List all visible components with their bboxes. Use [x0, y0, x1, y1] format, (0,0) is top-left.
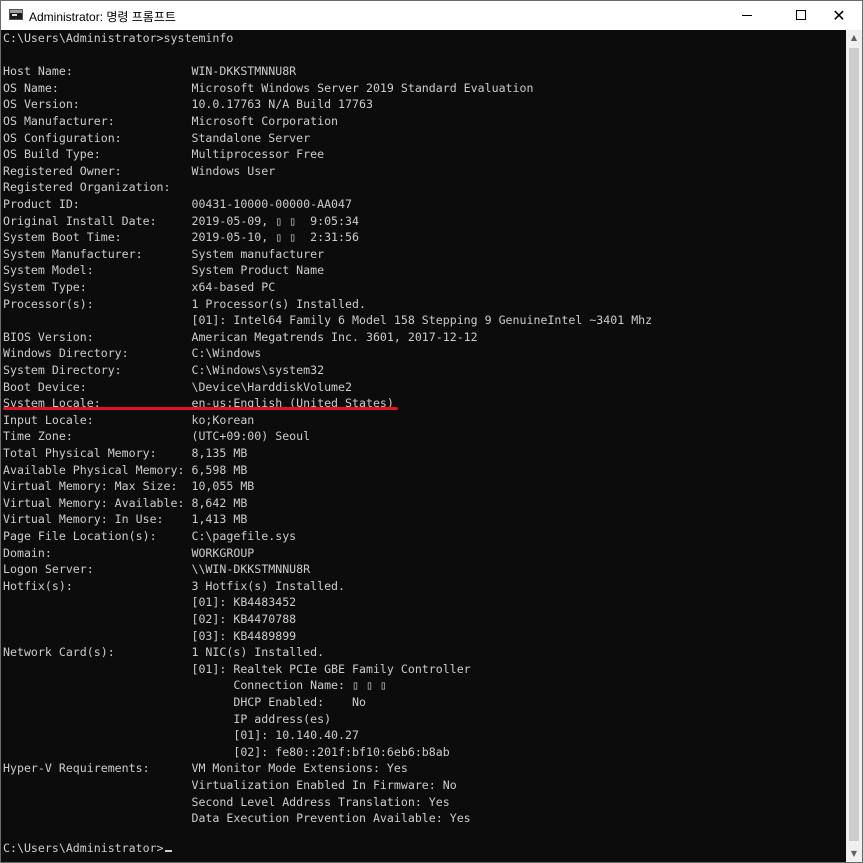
systeminfo-line: [02]: fe80::201f:bf10:6eb6:b8ab	[3, 744, 450, 759]
scroll-thumb[interactable]	[849, 48, 859, 841]
systeminfo-line: System Model: System Product Name	[3, 263, 325, 278]
systeminfo-line: Virtualization Enabled In Firmware: No	[3, 778, 457, 792]
systeminfo-line: [02]: KB4470788	[3, 612, 297, 626]
minimize-icon	[742, 15, 752, 16]
systeminfo-line: [03]: KB4489899	[3, 628, 297, 643]
title-bar[interactable]: Administrator: 명령 프롬프트 ✕	[1, 1, 862, 30]
systeminfo-line: Domain: WORKGROUP	[3, 545, 255, 560]
systeminfo-line: [01]: 10.140.40.27	[3, 728, 359, 743]
systeminfo-line: Boot Device: \Device\HarddiskVolume2	[3, 379, 353, 394]
systeminfo-line: OS Build Type: Multiprocessor Free	[3, 147, 325, 162]
systeminfo-line: Registered Organization:	[3, 180, 171, 195]
vertical-scrollbar[interactable]: ▲ ▼	[846, 30, 862, 862]
systeminfo-line: Logon Server: \\WIN-DKKSTMNNU8R	[3, 562, 311, 577]
console-prompt-line[interactable]: C:\Users\Administrator>	[3, 840, 172, 857]
command-prompt-window: Administrator: 명령 프롬프트 ✕ C:\Users\Admini…	[0, 0, 863, 863]
systeminfo-line: OS Manufacturer: Microsoft Corporation	[3, 114, 339, 128]
console-command-line: C:\Users\Administrator>systeminfo	[3, 31, 234, 45]
systeminfo-line: System Type: x64-based PC	[3, 280, 276, 294]
systeminfo-line: Registered Owner: Windows User	[3, 163, 276, 178]
maximize-icon	[796, 10, 806, 20]
close-button[interactable]: ✕	[816, 1, 862, 30]
systeminfo-line: Input Locale: ko;Korean	[3, 412, 255, 427]
systeminfo-line: Connection Name: ▯ ▯ ▯	[3, 678, 387, 693]
scroll-down-arrow-icon[interactable]: ▼	[846, 846, 862, 862]
cmd-app-icon[interactable]	[9, 9, 23, 20]
systeminfo-line: System Boot Time: 2019-05-10, ▯ ▯ 2:31:5…	[3, 230, 359, 245]
systeminfo-line: IP address(es)	[3, 711, 332, 726]
window-title: Administrator: 명령 프롬프트	[29, 10, 176, 24]
systeminfo-line: BIOS Version: American Megatrends Inc. 3…	[3, 329, 478, 344]
systeminfo-line: OS Configuration: Standalone Server	[3, 130, 311, 145]
systeminfo-line: Page File Location(s): C:\pagefile.sys	[3, 529, 297, 543]
systeminfo-line: System Directory: C:\Windows\system32	[3, 363, 325, 377]
systeminfo-line: Virtual Memory: Available: 8,642 MB	[3, 495, 248, 510]
systeminfo-line: Available Physical Memory: 6,598 MB	[3, 462, 248, 477]
systeminfo-line: Windows Directory: C:\Windows	[3, 346, 262, 361]
systeminfo-line: [01]: Intel64 Family 6 Model 158 Steppin…	[3, 313, 653, 328]
systeminfo-line: Virtual Memory: Max Size: 10,055 MB	[3, 479, 255, 494]
systeminfo-line: Data Execution Prevention Available: Yes	[3, 811, 471, 826]
systeminfo-line: Hyper-V Requirements: VM Monitor Mode Ex…	[3, 761, 408, 776]
systeminfo-line: [01]: KB4483452	[3, 595, 297, 610]
systeminfo-line: Time Zone: (UTC+09:00) Seoul	[3, 429, 311, 444]
systeminfo-line: Product ID: 00431-10000-00000-AA047	[3, 197, 353, 211]
systeminfo-line: Host Name: WIN-DKKSTMNNU8R	[3, 64, 297, 79]
scroll-up-arrow-icon[interactable]: ▲	[846, 30, 862, 46]
console-output[interactable]: C:\Users\Administrator>systeminfo Host N…	[1, 30, 846, 862]
systeminfo-line: System Manufacturer: System manufacturer	[3, 246, 325, 261]
system-locale-red-underline	[3, 407, 398, 410]
systeminfo-line: Total Physical Memory: 8,135 MB	[3, 446, 248, 460]
systeminfo-line: DHCP Enabled: No	[3, 695, 366, 709]
close-icon: ✕	[832, 6, 846, 25]
console-prompt: C:\Users\Administrator>	[3, 841, 164, 855]
systeminfo-line: OS Version: 10.0.17763 N/A Build 17763	[3, 97, 373, 112]
minimize-button[interactable]	[724, 1, 770, 30]
systeminfo-line: [01]: Realtek PCIe GBE Family Controller	[3, 661, 471, 676]
systeminfo-line: Second Level Address Translation: Yes	[3, 794, 450, 809]
systeminfo-line: Original Install Date: 2019-05-09, ▯ ▯ 9…	[3, 213, 359, 228]
text-cursor	[164, 850, 172, 852]
systeminfo-line: Virtual Memory: In Use: 1,413 MB	[3, 512, 248, 527]
systeminfo-line: OS Name: Microsoft Windows Server 2019 S…	[3, 80, 534, 95]
systeminfo-line: Hotfix(s): 3 Hotfix(s) Installed.	[3, 578, 346, 593]
systeminfo-line: Processor(s): 1 Processor(s) Installed.	[3, 296, 366, 311]
systeminfo-line: Network Card(s): 1 NIC(s) Installed.	[3, 645, 325, 660]
